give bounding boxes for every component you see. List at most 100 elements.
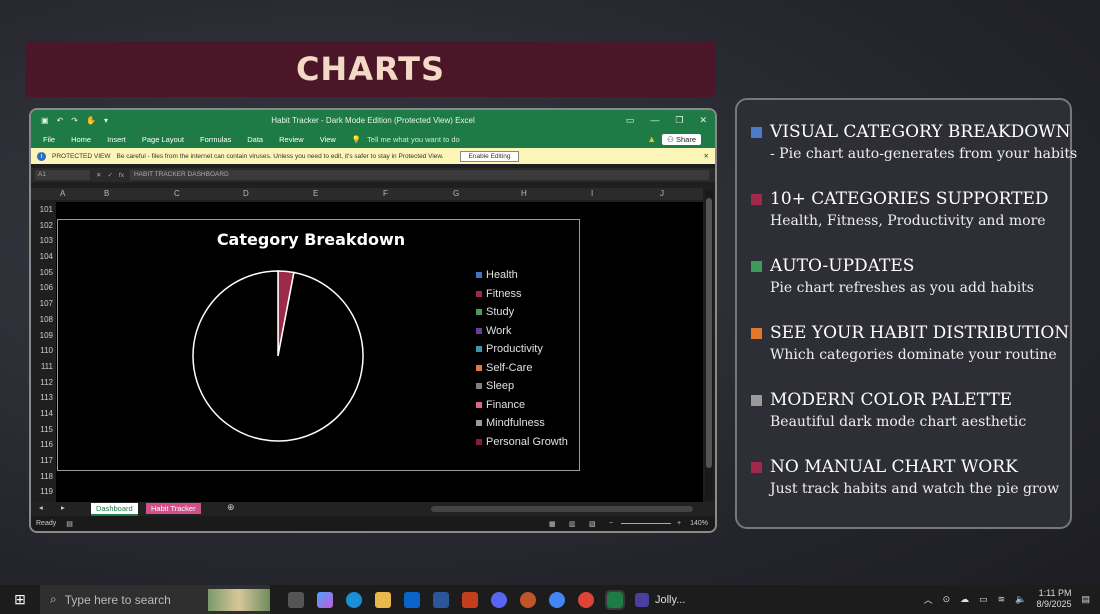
tab-page-layout[interactable]: Page Layout bbox=[142, 135, 184, 144]
feature-item: MODERN COLOR PALETTE Beautiful dark mode… bbox=[751, 390, 1026, 430]
pie-chart[interactable]: Category Breakdown Health Fitness Study Wor… bbox=[57, 219, 580, 471]
row-header[interactable]: 118 bbox=[31, 469, 55, 485]
column-header[interactable]: C bbox=[174, 189, 180, 198]
legend-swatch bbox=[476, 346, 482, 353]
chrome-profile-icon[interactable] bbox=[578, 591, 594, 608]
add-sheet-icon[interactable]: ⊕ bbox=[227, 502, 235, 513]
edge-icon[interactable] bbox=[346, 591, 362, 608]
column-header[interactable]: G bbox=[453, 189, 459, 198]
enable-editing-button[interactable]: Enable Editing bbox=[459, 150, 520, 162]
next-sheet-icon[interactable]: ▸ bbox=[61, 503, 65, 512]
normal-view-icon[interactable]: ▦ bbox=[549, 520, 556, 528]
name-box[interactable]: A1 bbox=[35, 170, 90, 180]
windows-start-icon[interactable]: ⊞ bbox=[0, 591, 40, 608]
row-header[interactable]: 105 bbox=[31, 265, 55, 281]
ribbon-display-icon[interactable]: ▭ bbox=[626, 115, 635, 126]
copilot-icon[interactable] bbox=[317, 591, 333, 608]
tell-me-input[interactable]: Tell me what you want to do bbox=[367, 135, 460, 144]
legend-item: Personal Growth bbox=[476, 433, 568, 452]
vertical-scrollbar[interactable] bbox=[705, 190, 713, 500]
row-header[interactable]: 116 bbox=[31, 437, 55, 453]
tab-formulas[interactable]: Formulas bbox=[200, 135, 231, 144]
discord-icon[interactable] bbox=[491, 591, 507, 608]
row-header[interactable]: 113 bbox=[31, 390, 55, 406]
word-icon[interactable] bbox=[433, 591, 449, 608]
close-icon[interactable]: ✕ bbox=[699, 115, 707, 126]
column-header[interactable]: A bbox=[60, 189, 65, 198]
legend-label: Self-Care bbox=[486, 361, 533, 374]
column-header[interactable]: B bbox=[104, 189, 109, 198]
powerpoint-icon[interactable] bbox=[462, 591, 478, 608]
media-app-item[interactable]: Jolly... bbox=[635, 592, 685, 607]
row-header[interactable]: 108 bbox=[31, 312, 55, 328]
column-header[interactable]: F bbox=[383, 189, 388, 198]
feature-desc: - Pie chart auto-generates from your hab… bbox=[770, 146, 1078, 162]
volume-icon[interactable]: 🔈 bbox=[1015, 594, 1026, 605]
onedrive-icon[interactable]: ☁ bbox=[960, 594, 969, 605]
row-header[interactable]: 103 bbox=[31, 233, 55, 249]
share-button[interactable]: ⚇ Share bbox=[662, 133, 701, 145]
zoom-in-icon[interactable]: + bbox=[677, 520, 681, 527]
tab-data[interactable]: Data bbox=[247, 135, 263, 144]
sheet-tab-dashboard[interactable]: Dashboard bbox=[91, 503, 138, 516]
clock[interactable]: 1:11 PM 8/9/2025 bbox=[1036, 588, 1071, 610]
page-break-view-icon[interactable]: ▧ bbox=[589, 520, 596, 528]
tab-review[interactable]: Review bbox=[279, 135, 304, 144]
column-header[interactable]: J bbox=[660, 189, 664, 198]
minimize-icon[interactable]: — bbox=[650, 115, 659, 126]
zoom-level[interactable]: 140% bbox=[690, 520, 708, 527]
chevron-up-icon[interactable]: ︿ bbox=[924, 593, 933, 606]
row-header[interactable]: 109 bbox=[31, 328, 55, 344]
battery-icon[interactable]: ▭ bbox=[979, 594, 988, 605]
row-header[interactable]: 110 bbox=[31, 343, 55, 359]
page-layout-view-icon[interactable]: ▥ bbox=[569, 520, 576, 528]
row-header[interactable]: 104 bbox=[31, 249, 55, 265]
function-icon[interactable]: fx bbox=[119, 172, 124, 179]
restore-icon[interactable]: ❐ bbox=[675, 115, 683, 126]
row-header[interactable]: 111 bbox=[31, 359, 55, 375]
row-header[interactable]: 102 bbox=[31, 218, 55, 234]
notification-icon[interactable]: ▤ bbox=[1081, 594, 1090, 605]
wifi-icon[interactable]: ≋ bbox=[998, 594, 1006, 605]
tab-home[interactable]: Home bbox=[71, 135, 91, 144]
zoom-out-icon[interactable]: − bbox=[609, 520, 613, 527]
feature-title: AUTO-UPDATES bbox=[770, 256, 915, 276]
app-icon[interactable] bbox=[520, 591, 536, 608]
row-header[interactable]: 114 bbox=[31, 406, 55, 422]
column-header[interactable]: I bbox=[591, 189, 593, 198]
row-header[interactable]: 112 bbox=[31, 375, 55, 391]
prev-sheet-icon[interactable]: ◂ bbox=[39, 503, 43, 512]
tab-insert[interactable]: Insert bbox=[107, 135, 126, 144]
excel-icon[interactable] bbox=[605, 589, 625, 610]
tab-file[interactable]: File bbox=[43, 135, 55, 144]
row-header[interactable]: 119 bbox=[31, 484, 55, 500]
horizontal-scrollbar[interactable] bbox=[431, 506, 693, 512]
column-header[interactable]: H bbox=[521, 189, 527, 198]
media-icon bbox=[635, 592, 649, 607]
task-view-icon[interactable] bbox=[288, 591, 304, 608]
column-headers: A B C D E F G H I J bbox=[31, 188, 703, 200]
close-bar-icon[interactable]: ✕ bbox=[704, 152, 709, 160]
file-explorer-icon[interactable] bbox=[375, 591, 391, 608]
column-header[interactable]: E bbox=[313, 189, 318, 198]
row-header[interactable]: 107 bbox=[31, 296, 55, 312]
zoom-slider[interactable] bbox=[621, 523, 671, 524]
feature-item: NO MANUAL CHART WORK Just track habits a… bbox=[751, 457, 1059, 497]
outlook-icon[interactable] bbox=[404, 591, 420, 608]
taskbar-search[interactable]: ⌕ Type here to search bbox=[40, 585, 270, 614]
row-header[interactable]: 106 bbox=[31, 280, 55, 296]
macro-record-icon[interactable]: ▤ bbox=[66, 520, 73, 528]
formula-input[interactable]: HABIT TRACKER DASHBOARD bbox=[129, 170, 709, 180]
column-header[interactable]: D bbox=[243, 189, 249, 198]
row-header[interactable]: 117 bbox=[31, 453, 55, 469]
pie-slice-personal-growth[interactable] bbox=[192, 270, 364, 442]
feature-title: SEE YOUR HABIT DISTRIBUTION bbox=[770, 323, 1070, 343]
sheet-tab-habit-tracker[interactable]: Habit Tracker bbox=[146, 503, 201, 514]
row-header[interactable]: 115 bbox=[31, 422, 55, 438]
tab-view[interactable]: View bbox=[320, 135, 336, 144]
network-icon[interactable]: ⊙ bbox=[943, 594, 951, 605]
chrome-icon[interactable] bbox=[549, 591, 565, 608]
banner-title: CHARTS bbox=[295, 50, 446, 88]
scroll-thumb[interactable] bbox=[706, 198, 712, 468]
row-header[interactable]: 101 bbox=[31, 202, 55, 218]
